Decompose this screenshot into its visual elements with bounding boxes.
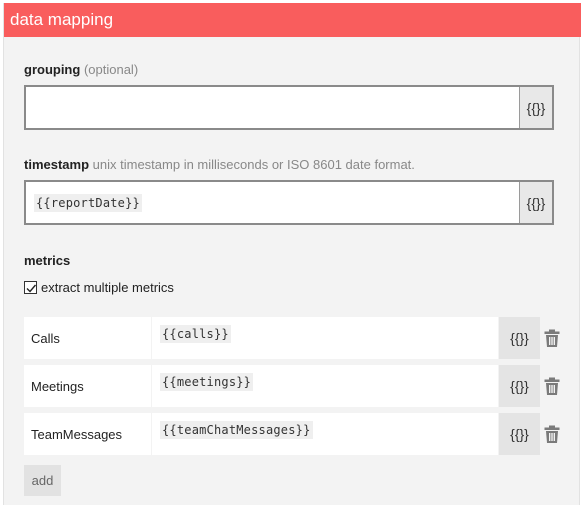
metric-name-input[interactable]: TeamMessages: [24, 413, 151, 455]
metric-value-input[interactable]: {{teamChatMessages}}: [152, 413, 498, 455]
add-metric-button[interactable]: add: [24, 465, 61, 496]
metric-row: TeamMessages {{teamChatMessages}} {{}}: [24, 413, 579, 455]
metric-value: {{calls}}: [160, 325, 231, 343]
metric-name: Meetings: [31, 378, 84, 394]
metric-row: Calls {{calls}} {{}}: [24, 317, 579, 359]
extract-multiple-metrics-label: extract multiple metrics: [41, 280, 174, 295]
grouping-label: grouping: [24, 62, 81, 77]
metric-value: {{teamChatMessages}}: [160, 421, 313, 439]
trash-icon[interactable]: [544, 377, 560, 395]
trash-icon[interactable]: [544, 329, 560, 347]
metric-name: Calls: [31, 330, 60, 346]
metric-name-input[interactable]: Meetings: [24, 365, 151, 407]
metric-value-input[interactable]: {{calls}}: [152, 317, 498, 359]
grouping-input[interactable]: [26, 87, 521, 128]
timestamp-hint: unix timestamp in milliseconds or ISO 86…: [92, 157, 415, 172]
metric-variable-button[interactable]: {{}}: [499, 413, 540, 455]
timestamp-label-row: timestamp unix timestamp in milliseconds…: [24, 157, 415, 172]
panel-title: data mapping: [4, 3, 581, 37]
metric-row: Meetings {{meetings}} {{}}: [24, 365, 579, 407]
timestamp-value: {{reportDate}}: [34, 193, 142, 212]
timestamp-input-group: {{reportDate}} {{}}: [24, 180, 554, 225]
metrics-label-row: metrics: [24, 253, 70, 268]
trash-icon[interactable]: [544, 425, 560, 443]
metrics-label: metrics: [24, 253, 71, 268]
data-mapping-panel: data mapping grouping (optional) {{}} ti…: [3, 3, 581, 505]
checkmark-icon: [26, 284, 37, 293]
extract-multiple-metrics-row[interactable]: extract multiple metrics: [24, 280, 174, 295]
metric-variable-button[interactable]: {{}}: [499, 317, 540, 359]
timestamp-input[interactable]: {{reportDate}}: [26, 182, 521, 223]
metric-value: {{meetings}}: [160, 373, 254, 391]
metric-variable-button[interactable]: {{}}: [499, 365, 540, 407]
grouping-variable-button[interactable]: {{}}: [519, 87, 552, 128]
metric-value-input[interactable]: {{meetings}}: [152, 365, 498, 407]
grouping-label-row: grouping (optional): [24, 62, 138, 77]
timestamp-variable-button[interactable]: {{}}: [519, 182, 552, 223]
metric-name: TeamMessages: [31, 426, 123, 442]
metric-name-input[interactable]: Calls: [24, 317, 151, 359]
timestamp-label: timestamp: [24, 157, 90, 172]
grouping-hint: (optional): [83, 62, 139, 77]
extract-multiple-metrics-checkbox[interactable]: [24, 281, 37, 294]
grouping-input-group: {{}}: [24, 85, 554, 130]
